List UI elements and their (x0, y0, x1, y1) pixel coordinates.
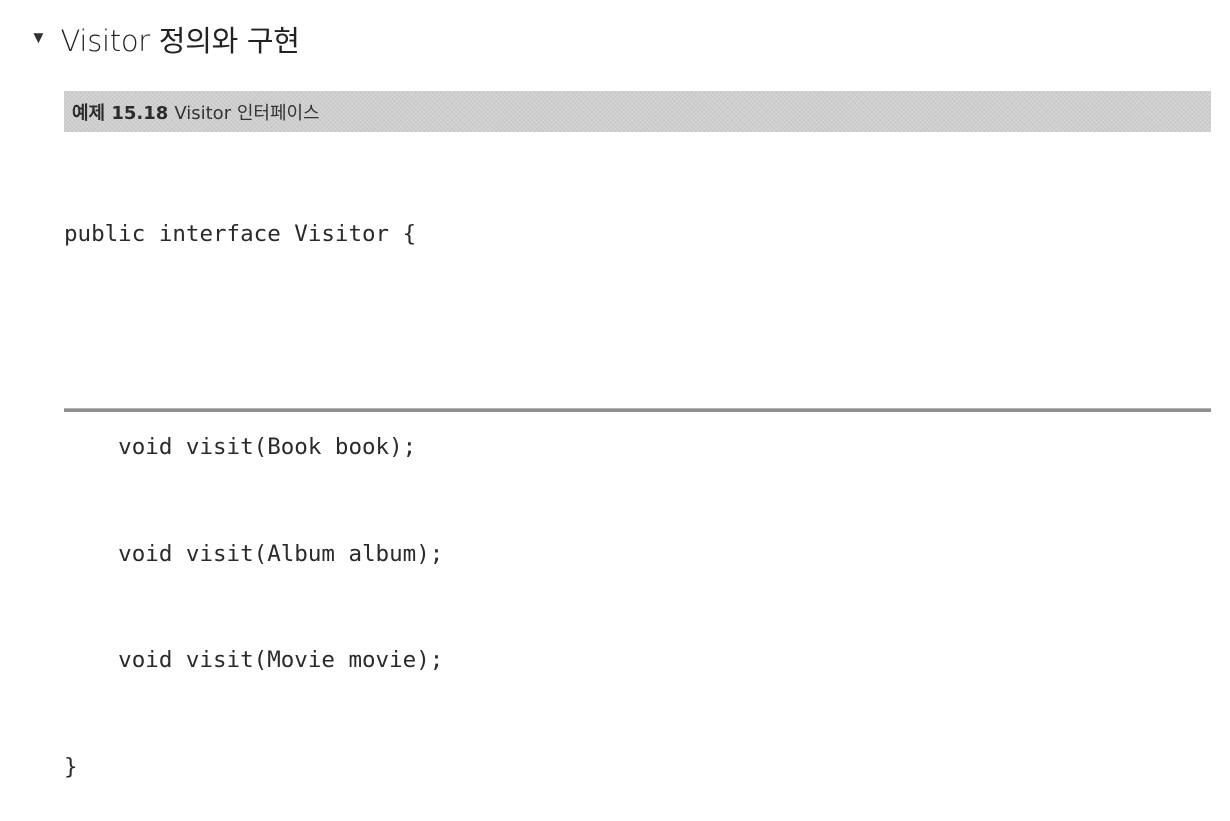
code-listing: public interface Visitor { void visit(Bo… (64, 146, 443, 821)
code-line: void visit(Movie movie); (64, 647, 444, 673)
code-line: public interface Visitor { (64, 221, 417, 247)
code-line: } (64, 753, 78, 780)
bottom-divider (64, 408, 1211, 412)
example-caption-bar: 예제 15.18 Visitor 인터페이스 (64, 91, 1211, 132)
triangle-bullet-icon: ▼ (30, 28, 47, 48)
section-heading-text: Visitor 정의와 구현 (60, 24, 300, 58)
code-line: void visit(Book book); (64, 434, 417, 460)
example-number: 예제 15.18 (72, 102, 169, 124)
section-heading: ▼ Visitor 정의와 구현 (30, 14, 300, 64)
example-title: Visitor 인터페이스 (174, 102, 320, 124)
code-line: void visit(Album album); (64, 540, 444, 567)
